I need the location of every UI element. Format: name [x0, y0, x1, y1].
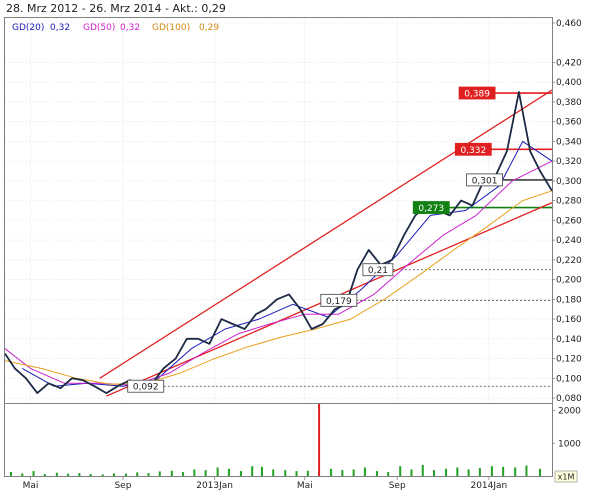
volume-tick-label: 1000 [558, 439, 581, 449]
legend-gd100-label: GD(100) [152, 23, 190, 33]
volume-bar [467, 469, 470, 476]
annotation-label: 0,332 [460, 146, 486, 156]
legend-gd50-value: 0,32 [120, 23, 140, 33]
annotation-label: 0,092 [133, 383, 159, 393]
volume-bar [363, 467, 366, 476]
legend-gd100-value: 0,29 [199, 23, 219, 33]
volume-bar [216, 467, 219, 476]
date-tick-label: 2013Jan [196, 481, 233, 491]
legend-gd20-value: 0,32 [50, 23, 70, 33]
volume-bar [525, 465, 528, 476]
volume-bar [330, 468, 333, 476]
volume-bar [490, 466, 493, 476]
volume-bar [78, 473, 81, 476]
volume-bar [421, 464, 424, 476]
volume-bar [433, 470, 436, 476]
volume-bar [445, 468, 448, 476]
volume-bar [43, 474, 46, 476]
volume-bar [55, 472, 58, 476]
volume-bar [251, 466, 254, 476]
volume-bar [318, 404, 321, 476]
volume-bar [272, 469, 275, 476]
volume-unit-badge: x1M [554, 470, 578, 483]
volume-bar [136, 472, 139, 476]
price-tick-label: 0,180 [556, 295, 582, 305]
volume-bar [306, 470, 309, 476]
volume-bar [478, 468, 481, 476]
price-tick-label: 0,220 [556, 256, 582, 266]
price-tick-label: 0,380 [556, 98, 582, 108]
date-tick-label: Mai [23, 481, 39, 491]
volume-bar [295, 471, 298, 476]
chart-root: 0,092 0,179 0,21 0,273 0,301 0,332 0,389 0,080… [0, 0, 600, 500]
volume-bar [67, 473, 70, 476]
volume-bar [101, 474, 104, 476]
price-tick-label: 0,280 [556, 197, 582, 207]
legend-gd20-label: GD(20) [12, 23, 44, 33]
annotation-label: 0,389 [464, 90, 490, 100]
price-tick-label: 0,120 [556, 355, 582, 365]
annotation-label: 0,273 [418, 204, 444, 214]
volume-bar [514, 467, 517, 476]
volume-bar [502, 466, 505, 476]
volume-bar [260, 466, 263, 476]
volume-bar [112, 473, 115, 476]
volume-bar [21, 473, 24, 476]
chart-title: 28. Mrz 2012 - 26. Mrz 2014 - Akt.: 0,29 [6, 2, 226, 15]
volume-bar [399, 466, 402, 476]
volume-bar [352, 469, 355, 476]
volume-bar [124, 473, 127, 476]
volume-bar [410, 469, 413, 476]
volume-bar [182, 472, 185, 476]
volume-bar [147, 473, 150, 476]
date-tick-label: Sep [389, 481, 406, 491]
volume-bar [284, 470, 287, 476]
date-tick-label: Sep [114, 481, 131, 491]
price-tick-label: 0,200 [556, 276, 582, 286]
annotation-label: 0,301 [472, 176, 498, 186]
volume-bar [227, 468, 230, 476]
volume-bar [239, 471, 242, 476]
price-tick-label: 0,160 [556, 315, 582, 325]
volume-bar [193, 469, 196, 476]
price-tick-label: 0,360 [556, 118, 582, 128]
price-tick-label: 0,240 [556, 236, 582, 246]
annotation-label: 0,21 [368, 266, 388, 276]
volume-bar [456, 467, 459, 476]
price-tick-label: 0,400 [556, 78, 582, 88]
volume-bar [538, 468, 541, 476]
volume-bar [10, 472, 13, 476]
price-tick-label: 0,460 [556, 19, 582, 29]
volume-bar [387, 472, 390, 476]
volume-bar [170, 470, 173, 476]
price-tick-label: 0,340 [556, 137, 582, 147]
volume-bar [204, 470, 207, 476]
annotation-label: 0,179 [326, 297, 352, 307]
volume-unit-label: x1M [558, 473, 575, 482]
price-chart: 0,092 0,179 0,21 0,273 0,301 0,332 0,389 0,080… [0, 0, 600, 500]
volume-tick-label: 2000 [558, 407, 581, 417]
price-tick-label: 0,100 [556, 374, 582, 384]
volume-bar [32, 471, 35, 476]
volume-bar [341, 470, 344, 476]
price-tick-label: 0,140 [556, 335, 582, 345]
volume-bar [89, 474, 92, 476]
price-tick-label: 0,080 [556, 394, 582, 404]
volume-bar [375, 471, 378, 476]
date-tick-label: 2014Jan [470, 481, 507, 491]
price-tick-label: 0,260 [556, 216, 582, 226]
legend-gd50-label: GD(50) [83, 23, 115, 33]
price-tick-label: 0,320 [556, 157, 582, 167]
price-tick-label: 0,420 [556, 58, 582, 68]
price-tick-label: 0,300 [556, 177, 582, 187]
date-tick-label: Mai [297, 481, 313, 491]
volume-bar [158, 471, 161, 476]
